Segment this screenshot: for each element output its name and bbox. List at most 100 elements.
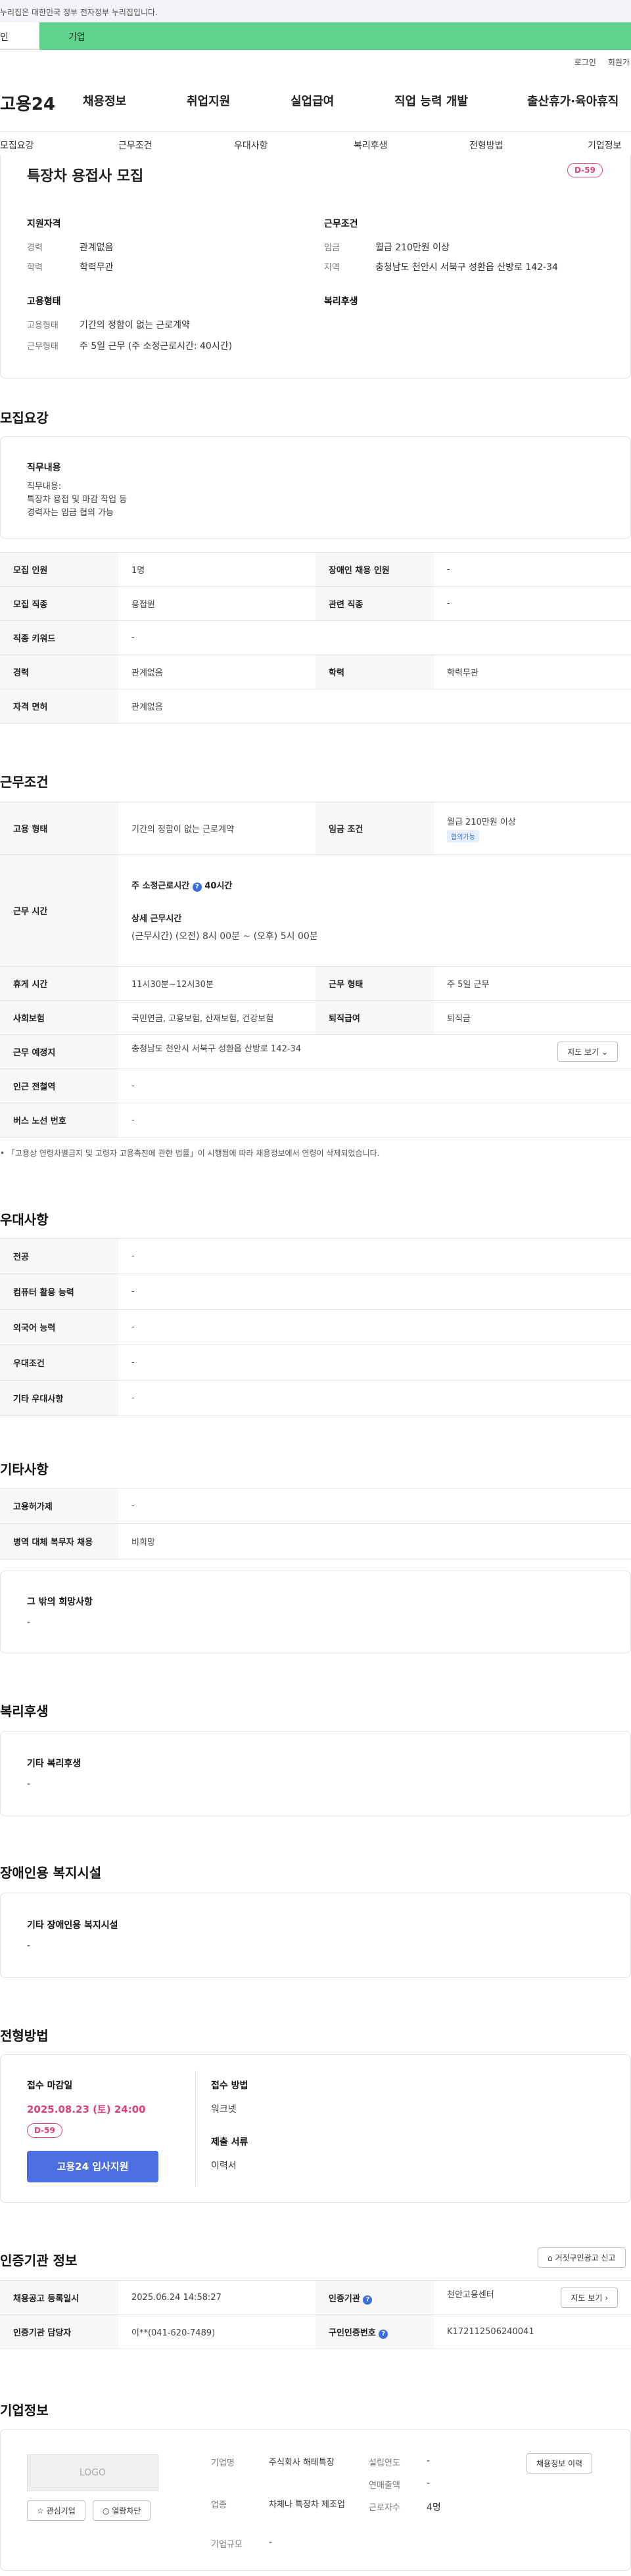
subnav-welfare[interactable]: 복리후생 bbox=[354, 139, 388, 152]
fav-company-button[interactable]: ☆ 관심기업 bbox=[27, 2500, 85, 2521]
divider bbox=[195, 2071, 196, 2186]
wage-value: 월급 210만원 이상 bbox=[375, 242, 450, 253]
qual-title: 지원자격 bbox=[27, 219, 61, 229]
size-value: - bbox=[269, 2537, 273, 2548]
negotiable-tag: 협의가능 bbox=[447, 829, 479, 842]
year-value: - bbox=[427, 2456, 431, 2466]
wish-title: 그 밖의 희망사항 bbox=[27, 1597, 93, 1607]
block-button[interactable]: ○ 열람차단 bbox=[93, 2500, 151, 2521]
map-button-label: 지도 보기 bbox=[567, 1047, 599, 1057]
map-button[interactable]: 지도 보기 ⌄ bbox=[557, 1042, 618, 1062]
login-link[interactable]: 로그인 bbox=[574, 57, 596, 68]
row-label: 인근 전철역 bbox=[0, 1069, 118, 1103]
welfare-value: - bbox=[27, 1779, 31, 1789]
welfare-sub: 기타 복리후생 bbox=[27, 1759, 82, 1769]
recruit-table: 모집 인원 1명 장애인 채용 인원 - 모집 직종 용접원 관련 직종 - 직… bbox=[0, 552, 631, 724]
weekly-hours-label: 주 소정근로시간 bbox=[131, 881, 190, 891]
row-value: - bbox=[118, 1309, 631, 1345]
gnb-vocational-training[interactable]: 직업 능력 개발 bbox=[394, 92, 468, 109]
row-label: 버스 노선 번호 bbox=[0, 1103, 118, 1138]
row-label: 장애인 채용 인원 bbox=[316, 552, 434, 587]
site-logo[interactable]: 고용24 bbox=[0, 91, 55, 115]
disab-sub: 기타 장애인용 복지시설 bbox=[27, 1920, 118, 1931]
org-detail-button[interactable]: 지도 보기 › bbox=[561, 2288, 618, 2308]
table-row: 컴퓨터 활용 능력 - bbox=[0, 1274, 631, 1310]
company-name-label: 기업명 bbox=[211, 2458, 235, 2468]
pref-table: 전공 - 컴퓨터 활용 능력 - 외국어 능력 - 우대조건 - 기타 우대사항 - bbox=[0, 1238, 631, 1416]
subnav-pref[interactable]: 우대사항 bbox=[234, 139, 268, 152]
signup-link[interactable]: 회원가 bbox=[608, 57, 630, 68]
table-row: 휴게 시간 11시30분~12시30분 근무 형태 주 5일 근무 bbox=[0, 966, 631, 1001]
table-row: 사회보험 국민연금, 고용보험, 산재보험, 건강보험 퇴직급여 퇴직금 bbox=[0, 1000, 631, 1035]
detail-hours-value: (근무시간) (오전) 8시 00분 ~ (오후) 5시 00분 bbox=[131, 931, 318, 942]
row-label: 휴게 시간 bbox=[0, 966, 118, 1001]
process-section-title: 전형방법 bbox=[0, 2028, 49, 2044]
detail-hours-label: 상세 근무시간 bbox=[131, 914, 182, 924]
gnb-employment-support[interactable]: 취업지원 bbox=[187, 92, 230, 109]
subnav-recruit[interactable]: 모집요강 bbox=[0, 139, 34, 152]
info-icon[interactable]: ? bbox=[363, 2295, 373, 2305]
docs-label: 제출 서류 bbox=[211, 2137, 248, 2148]
row-value: - bbox=[118, 1274, 631, 1310]
row-label: 고용허가제 bbox=[0, 1488, 118, 1524]
row-value: - bbox=[118, 1488, 631, 1524]
subnav-process[interactable]: 전형방법 bbox=[469, 139, 503, 152]
tab-individual-label: 인 bbox=[0, 32, 9, 43]
report-icon: ⌂ bbox=[548, 2253, 553, 2263]
history-button[interactable]: 채용정보 이력 bbox=[526, 2453, 593, 2473]
tab-individual[interactable]: 인 bbox=[0, 22, 39, 50]
tab-company[interactable]: 기업 bbox=[39, 22, 631, 50]
row-label: 컴퓨터 활용 능력 bbox=[0, 1274, 118, 1310]
table-row: 경력 관계없음 학력 학력무관 bbox=[0, 655, 631, 689]
row-label: 자격 면허 bbox=[0, 689, 118, 724]
row-label: 전공 bbox=[0, 1238, 118, 1274]
welfare-box: 기타 복리후생 - bbox=[0, 1731, 631, 1816]
row-value: 관계없음 bbox=[118, 655, 316, 689]
gov-notice-text: 누리집은 대한민국 정부 전자정부 누리집입니다. bbox=[0, 8, 158, 17]
org-value: 천안고용센터 bbox=[447, 2290, 494, 2300]
row-value: K172112506240041 bbox=[434, 2314, 631, 2349]
year-label: 설립연도 bbox=[369, 2458, 400, 2468]
table-row: 근무 예정지 충청남도 천안시 서북구 성환읍 산방로 142-34 지도 보기… bbox=[0, 1034, 631, 1069]
apply-button[interactable]: 고용24 입사지원 bbox=[27, 2151, 158, 2182]
weekly-hours-value: 40시간 bbox=[204, 881, 233, 891]
disab-section-title: 장애인용 복지시설 bbox=[0, 1865, 102, 1881]
star-icon: ☆ bbox=[37, 2506, 44, 2516]
chevron-down-icon: ⌄ bbox=[601, 1047, 608, 1057]
block-icon: ○ bbox=[103, 2506, 110, 2516]
wage-label: 임금 bbox=[324, 243, 340, 253]
company-section-title: 기업정보 bbox=[0, 2403, 49, 2418]
info-icon[interactable]: ? bbox=[379, 2329, 388, 2339]
table-row: 인증기관 담당자 이**(041-620-7489) 구인인증번호 ? K172… bbox=[0, 2314, 631, 2349]
subnav-work[interactable]: 근무조건 bbox=[118, 139, 152, 152]
org-detail-label: 지도 보기 bbox=[571, 2293, 603, 2303]
company-logo: LOGO bbox=[27, 2454, 158, 2491]
table-row: 채용공고 등록일시 2025.06.24 14:58:27 인증기관 ? 천안고… bbox=[0, 2280, 631, 2315]
subnav-company[interactable]: 기업정보 bbox=[588, 139, 622, 152]
row-value: 용접원 bbox=[118, 586, 316, 621]
row-value: 비희망 bbox=[118, 1523, 631, 1559]
table-row: 근무 시간 주 소정근로시간 ? 40시간 상세 근무시간 (근무시간) (오전… bbox=[0, 854, 631, 967]
row-label: 임금 조건 bbox=[316, 802, 434, 855]
duty-box: 직무내용 직무내용: 특장차 용접 및 마감 작업 등 경력자는 임금 협의 가… bbox=[0, 436, 631, 539]
deadline-label: 접수 마감일 bbox=[27, 2081, 73, 2091]
cert-section-title: 인증기관 정보 bbox=[0, 2253, 78, 2268]
row-label: 근무 형태 bbox=[316, 966, 434, 1001]
gnb-unemployment-benefit[interactable]: 실업급여 bbox=[291, 92, 334, 109]
chevron-right-icon: › bbox=[605, 2293, 608, 2303]
process-dday-badge: D-59 bbox=[27, 2123, 62, 2138]
table-row: 전공 - bbox=[0, 1238, 631, 1274]
row-label: 채용공고 등록일시 bbox=[0, 2280, 118, 2315]
gnb-job-info[interactable]: 채용정보 bbox=[83, 92, 126, 109]
size-label: 기업규모 bbox=[211, 2540, 243, 2550]
row-value: 기간의 정함이 없는 근로계약 bbox=[118, 802, 316, 855]
emp-type-value: 기간의 정함이 없는 근로계약 bbox=[80, 320, 190, 331]
edu-value: 학력무관 bbox=[80, 262, 114, 273]
info-icon[interactable]: ? bbox=[192, 883, 202, 892]
row-label: 병역 대체 복무자 채용 bbox=[0, 1523, 118, 1559]
industry-label: 업종 bbox=[211, 2500, 227, 2510]
report-button[interactable]: ⌂ 거짓구인광고 신고 bbox=[538, 2247, 626, 2268]
age-note-text: 「고용상 연령차별금지 및 고령자 고용촉진에 관한 법률」이 시행됨에 따라 … bbox=[7, 1149, 380, 1158]
gnb-parental-leave[interactable]: 출산휴가·육아휴직 bbox=[527, 92, 619, 109]
region-value: 충청남도 천안시 서북구 성환읍 산방로 142-34 bbox=[375, 262, 558, 273]
